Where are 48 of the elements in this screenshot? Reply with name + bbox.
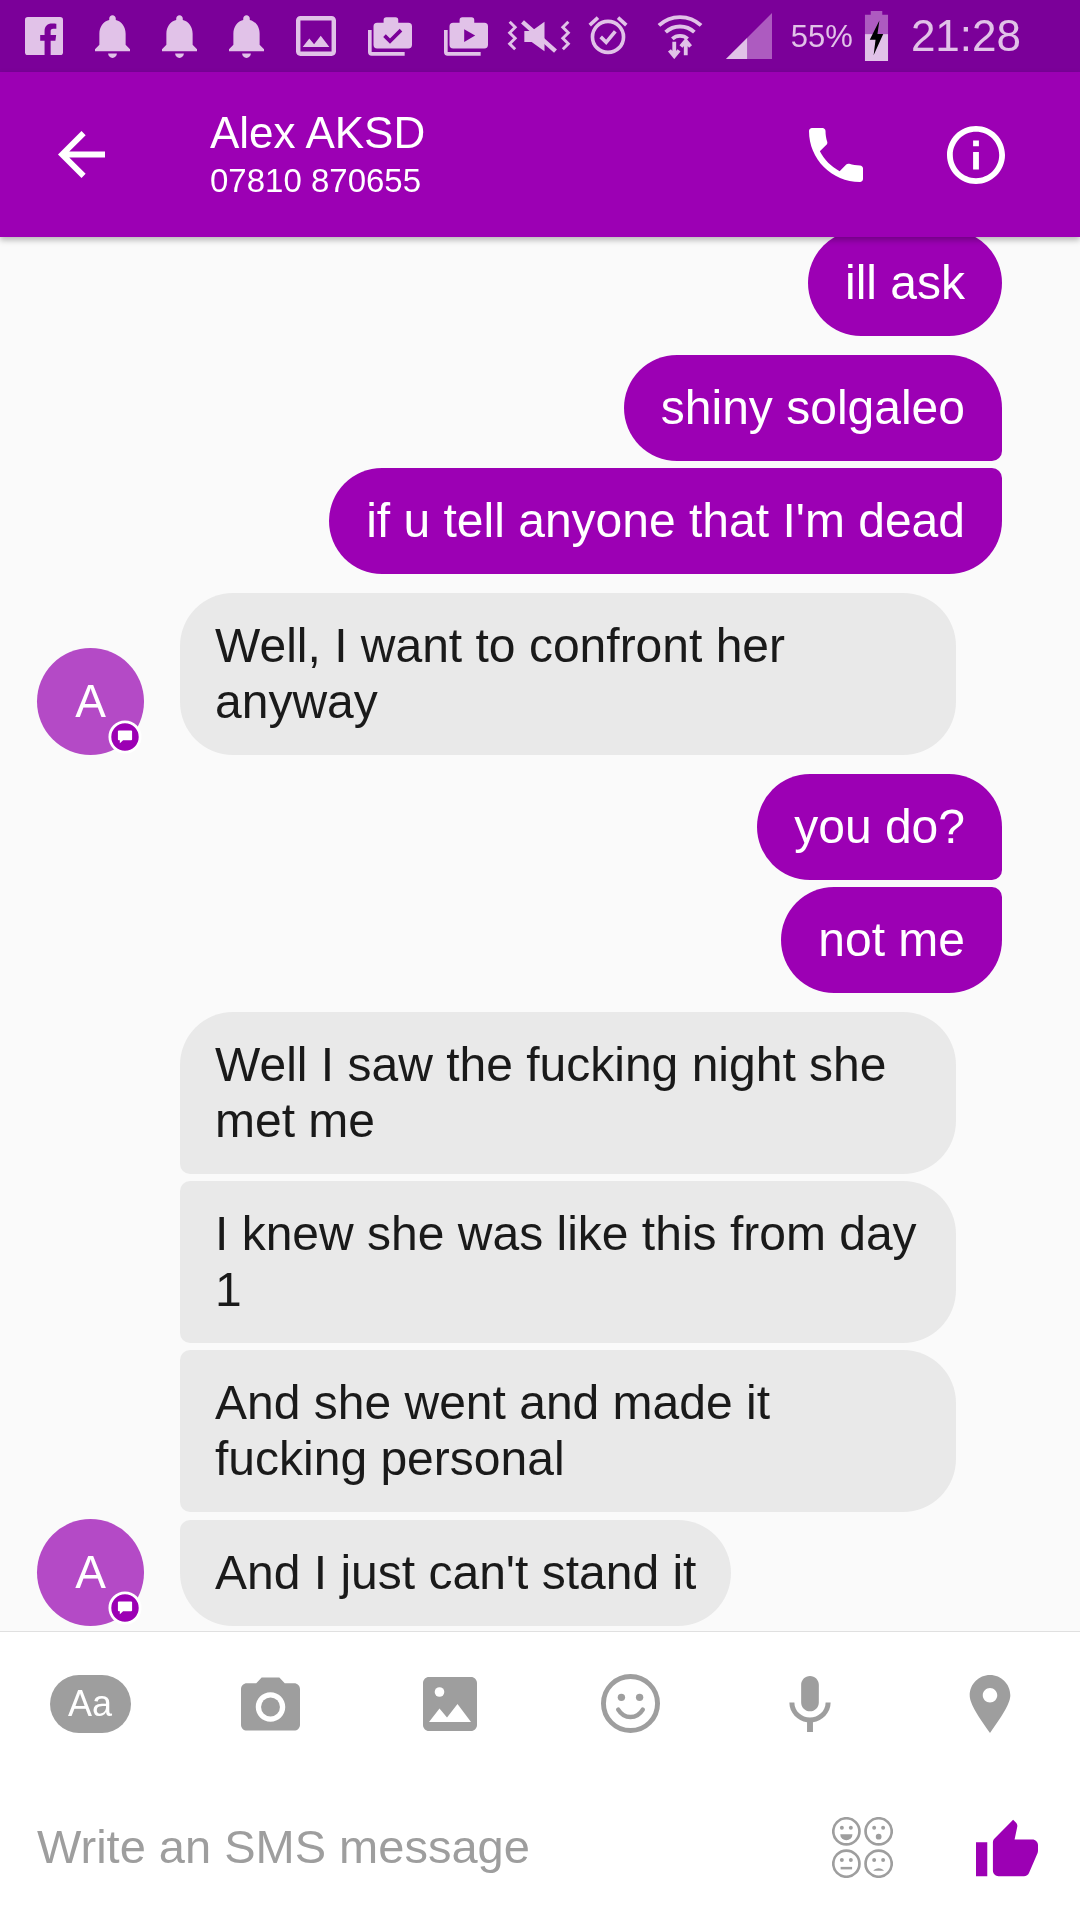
sent-message-bubble: ill ask — [807, 237, 1002, 336]
received-message-bubble: Well I saw the fucking night she met me — [180, 1012, 956, 1174]
emoji-faces-icon — [832, 1817, 893, 1878]
wifi-icon — [656, 13, 703, 59]
image-icon — [296, 16, 336, 56]
bell-icon — [95, 14, 130, 58]
info-button[interactable] — [947, 125, 1005, 184]
contact-avatar: A — [37, 1519, 144, 1626]
received-message-bubble: Well, I want to confront her anyway — [180, 593, 956, 755]
contact-name: Alex AKSD — [210, 106, 426, 159]
microphone-icon — [789, 1675, 831, 1732]
gallery-button[interactable] — [423, 1676, 477, 1731]
chat-badge-icon — [108, 1591, 142, 1625]
stickers-button[interactable] — [832, 1817, 893, 1878]
microphone-button[interactable] — [789, 1675, 831, 1732]
message-input[interactable]: Write an SMS message — [37, 1812, 812, 1883]
emoji-button[interactable] — [600, 1674, 660, 1733]
call-button[interactable] — [809, 127, 863, 182]
received-message-bubble: I knew she was like this from day 1 — [180, 1181, 956, 1343]
sent-message-bubble: not me — [781, 887, 1002, 993]
briefcase-play-icon — [444, 16, 488, 56]
phone-icon — [809, 127, 863, 182]
image-icon — [423, 1676, 477, 1731]
clock-time: 21:28 — [910, 14, 1021, 58]
signal-icon — [725, 13, 772, 59]
back-arrow-icon — [58, 131, 105, 178]
sent-message-bubble: if u tell anyone that I'm dead — [329, 468, 1002, 574]
back-button[interactable] — [58, 131, 105, 178]
contact-avatar: A — [37, 648, 144, 755]
map-pin-icon — [969, 1674, 1011, 1733]
text-format-button[interactable]: Aa — [49, 1674, 131, 1733]
smiley-face-icon — [600, 1674, 660, 1733]
sent-message-bubble: you do? — [757, 774, 1002, 880]
contact-phone-number: 07810 870655 — [210, 160, 423, 201]
battery-charging-icon — [862, 11, 890, 61]
info-icon — [947, 125, 1005, 184]
location-button[interactable] — [969, 1674, 1011, 1733]
facebook-logo-icon — [25, 17, 63, 55]
camera-button[interactable] — [240, 1676, 300, 1731]
bell-icon — [229, 14, 264, 58]
camera-icon — [240, 1676, 300, 1731]
bell-icon — [162, 14, 197, 58]
battery-percentage: 55% — [790, 20, 853, 52]
received-message-bubble: And I just can't stand it — [180, 1520, 732, 1626]
briefcase-check-icon — [368, 16, 412, 56]
chat-badge-icon — [108, 720, 142, 754]
sent-message-bubble: shiny solgaleo — [623, 355, 1002, 461]
received-message-bubble: And she went and made it fucking personal — [180, 1350, 956, 1512]
